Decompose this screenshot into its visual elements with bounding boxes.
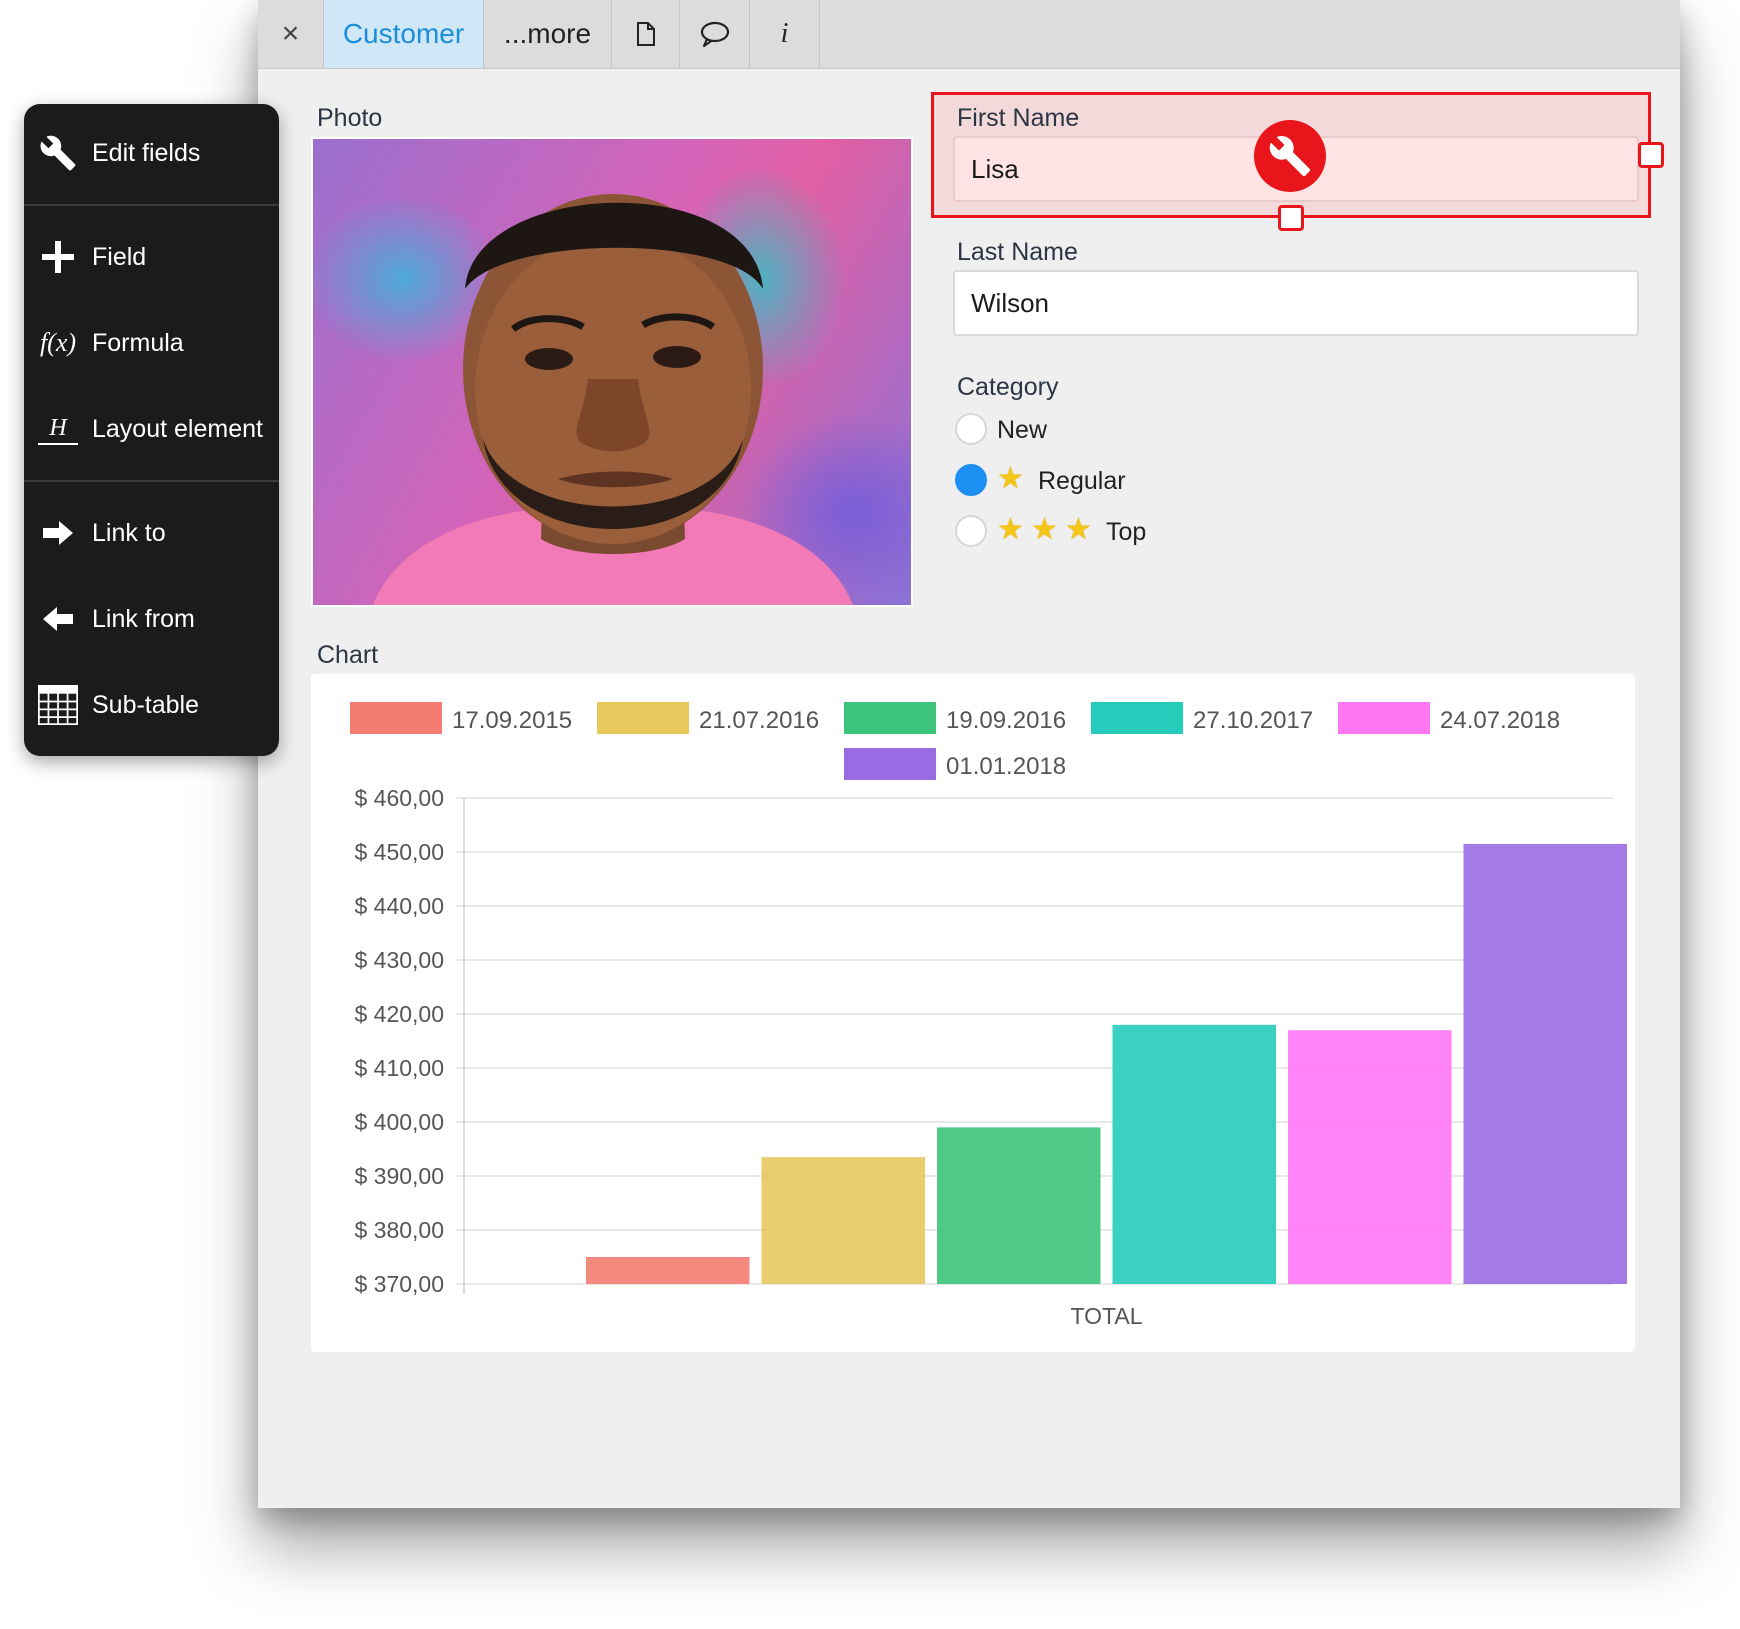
y-tick-label: $ 440,00 xyxy=(354,893,444,919)
bar-21.07.2016 xyxy=(761,1157,925,1284)
x-category-label: TOTAL xyxy=(1071,1303,1143,1329)
palette-link-to-label: Link to xyxy=(92,518,166,547)
portrait-image xyxy=(373,194,853,605)
palette-edit-fields[interactable]: Edit fields xyxy=(24,121,279,185)
document-button[interactable] xyxy=(612,0,680,68)
palette-sub-table[interactable]: Sub-table xyxy=(24,673,279,737)
edit-field-button[interactable] xyxy=(1254,120,1326,192)
info-button[interactable]: i xyxy=(750,0,820,68)
category-option-new-label: New xyxy=(997,416,1048,444)
palette-link-from[interactable]: Link from xyxy=(24,587,279,651)
palette-layout-element-label: Layout element xyxy=(92,414,263,443)
close-icon: × xyxy=(281,17,300,50)
palette-field-label: Field xyxy=(92,242,147,271)
legend-label: 19.09.2016 xyxy=(946,707,1066,734)
legend-swatch xyxy=(844,748,936,780)
palette-sub-table-label: Sub-table xyxy=(92,690,200,719)
star-icon: ★ xyxy=(997,513,1024,546)
info-icon: i xyxy=(780,18,789,49)
palette-formula-label: Formula xyxy=(92,328,184,357)
category-radio-regular[interactable] xyxy=(955,464,987,496)
legend-label: 27.10.2017 xyxy=(1193,707,1313,734)
palette-formula[interactable]: f(x) Formula xyxy=(24,311,279,375)
palette-field[interactable]: Field xyxy=(24,225,279,289)
formula-icon: f(x) xyxy=(39,328,77,357)
bar-19.09.2016 xyxy=(937,1127,1101,1284)
wrench-icon xyxy=(38,133,78,173)
category-option-regular-label: Regular xyxy=(1038,467,1126,495)
resize-handle-bottom[interactable] xyxy=(1278,205,1304,231)
bar-17.09.2015 xyxy=(586,1257,750,1284)
resize-handle-right[interactable] xyxy=(1638,142,1664,168)
palette-link-from-label: Link from xyxy=(92,604,195,633)
comment-button[interactable] xyxy=(680,0,750,68)
legend-label: 17.09.2015 xyxy=(452,707,572,734)
bar-24.07.2018 xyxy=(1288,1030,1452,1284)
palette-layout-element[interactable]: H Layout element xyxy=(24,397,279,461)
palette-divider xyxy=(24,204,279,206)
tab-customer[interactable]: Customer xyxy=(324,0,484,68)
legend-swatch xyxy=(597,702,689,734)
y-tick-label: $ 410,00 xyxy=(354,1055,444,1081)
palette-edit-fields-label: Edit fields xyxy=(92,138,201,167)
y-tick-label: $ 370,00 xyxy=(354,1271,444,1297)
heading-icon: H xyxy=(38,413,78,445)
y-tick-label: $ 390,00 xyxy=(354,1163,444,1189)
category-option-top-label: Top xyxy=(1106,518,1147,546)
first-name-label: First Name xyxy=(957,104,1080,132)
y-tick-label: $ 460,00 xyxy=(354,785,444,811)
y-tick-label: $ 380,00 xyxy=(354,1217,444,1243)
grid-icon xyxy=(38,685,78,725)
last-name-value: Wilson xyxy=(971,287,1050,318)
legend-label: 01.01.2018 xyxy=(946,753,1066,780)
y-tick-label: $ 450,00 xyxy=(354,839,444,865)
chart-label: Chart xyxy=(317,641,379,669)
palette-link-to[interactable]: Link to xyxy=(24,501,279,565)
tab-more[interactable]: ...more xyxy=(484,0,612,68)
legend-label: 21.07.2016 xyxy=(699,707,819,734)
comment-icon xyxy=(700,21,729,48)
wrench-icon xyxy=(1269,136,1311,177)
legend-swatch xyxy=(1091,702,1183,734)
y-tick-label: $ 420,00 xyxy=(354,1001,444,1027)
tab-bar: × Customer ...more i xyxy=(258,0,1680,69)
tab-customer-label: Customer xyxy=(342,18,465,49)
plus-icon xyxy=(38,237,78,277)
legend-swatch xyxy=(844,702,936,734)
palette-divider xyxy=(24,480,279,482)
bar-chart: $ 370,00 $ 380,00 $ 390,00 $ 400,00 $ 410,00… xyxy=(350,702,1627,1329)
photo-label: Photo xyxy=(317,104,383,132)
document-icon xyxy=(636,22,655,46)
star-icon: ★ xyxy=(997,462,1024,495)
legend-swatch xyxy=(350,702,442,734)
y-tick-label: $ 430,00 xyxy=(354,947,444,973)
legend-swatch xyxy=(1338,702,1430,734)
bar-27.10.2017 xyxy=(1112,1024,1276,1284)
last-name-input[interactable]: Wilson xyxy=(953,270,1639,336)
field-palette: Edit fields Field f(x) Formula H Layout … xyxy=(24,104,279,756)
bar-01.01.2018 xyxy=(1463,843,1627,1284)
first-name-value: Lisa xyxy=(971,153,1019,184)
category-radio-new[interactable] xyxy=(955,413,987,445)
last-name-label: Last Name xyxy=(957,238,1078,266)
close-button[interactable]: × xyxy=(258,0,324,68)
star-icon: ★ xyxy=(1065,513,1092,546)
legend-label: 24.07.2018 xyxy=(1440,707,1560,734)
y-tick-label: $ 400,00 xyxy=(354,1109,444,1135)
category-radio-top[interactable] xyxy=(955,515,987,547)
star-icon: ★ xyxy=(1031,513,1058,546)
tab-more-label: ...more xyxy=(503,18,592,49)
arrow-left-icon xyxy=(38,599,78,639)
chart-field[interactable]: $ 370,00 $ 380,00 $ 390,00 $ 400,00 $ 410,00… xyxy=(311,674,1635,1352)
category-label: Category xyxy=(957,373,1059,401)
record-window: × Customer ...more i Photo First Name Li… xyxy=(258,0,1680,1508)
arrow-right-icon xyxy=(38,513,78,553)
photo-field[interactable] xyxy=(311,137,913,607)
